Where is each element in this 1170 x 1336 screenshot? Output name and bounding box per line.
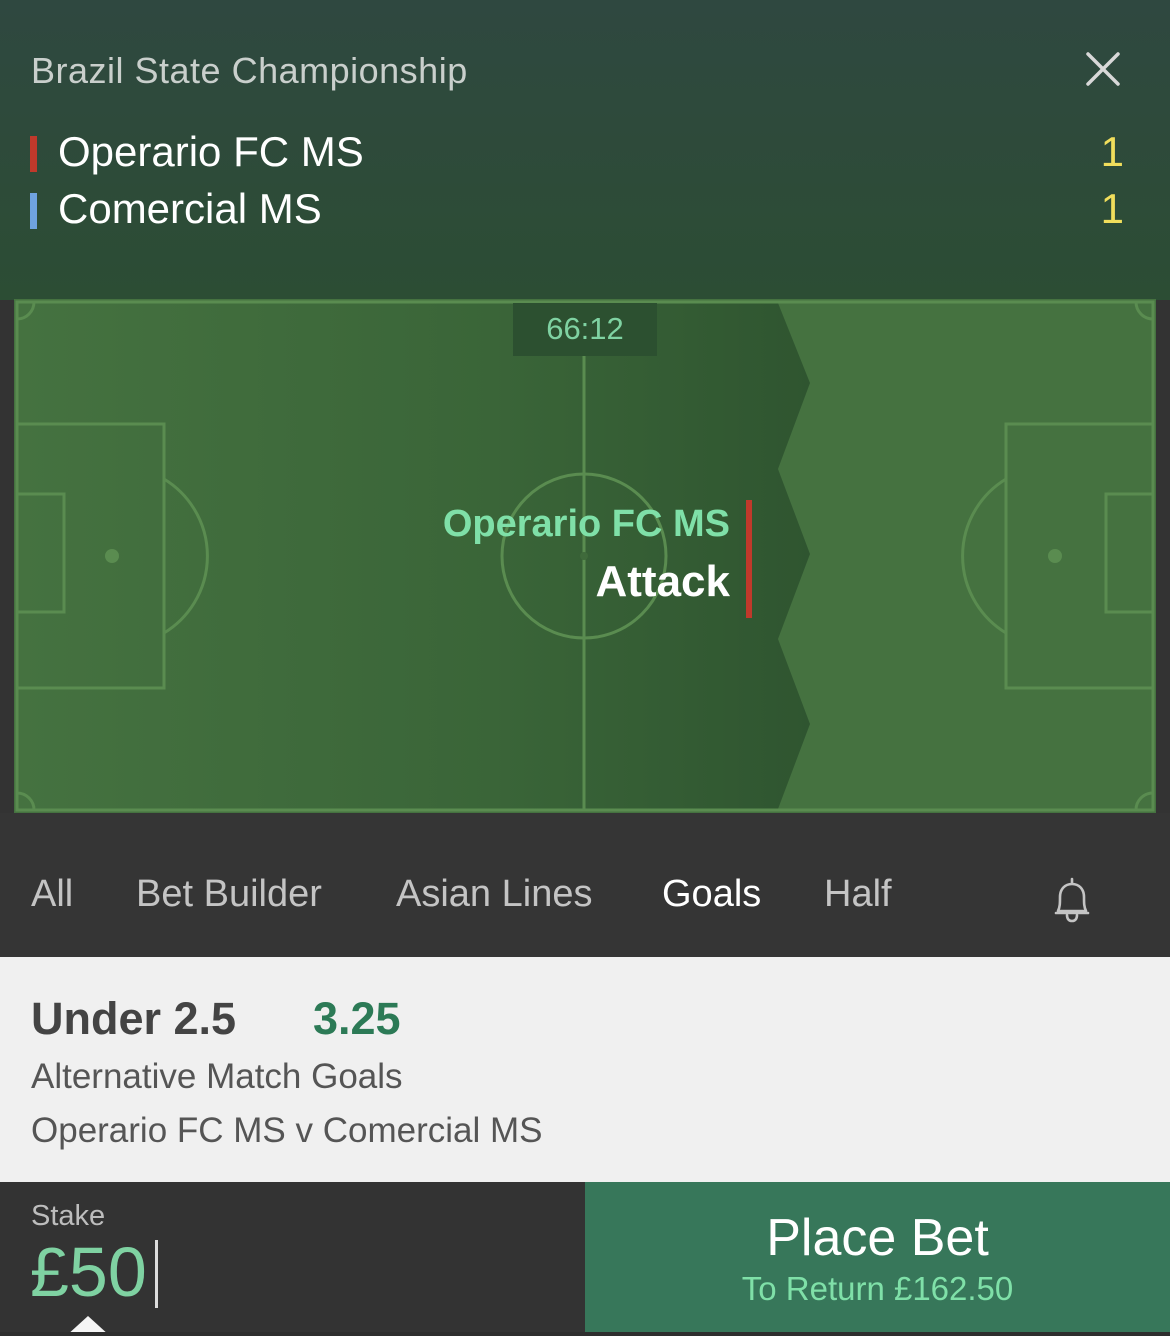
selection-name: Under 2.5 [31,993,237,1044]
match-header: Brazil State Championship Operario FC MS… [0,0,1170,300]
away-team-row: Comercial MS 1 [0,185,1170,235]
stake-value[interactable]: £50 [30,1232,147,1312]
live-pitch: 66:12 Operario FC MS Attack [14,299,1156,813]
home-team-color-bar [30,136,37,172]
potential-return: To Return £162.50 [741,1270,1014,1307]
selection-market: Alternative Match Goals [31,1057,403,1096]
selection-event: Operario FC MS v Comercial MS [31,1111,543,1150]
place-bet-label: Place Bet [766,1209,989,1267]
away-team-color-bar [30,193,37,229]
home-team-score: 1 [1100,128,1124,175]
away-team-name: Comercial MS [58,185,322,232]
text-cursor [155,1240,158,1308]
bet-selection: Under 2.5 3.25 Alternative Match Goals O… [0,957,1170,1182]
tab-half[interactable]: Half [824,873,892,916]
attack-indicator-bar [746,500,752,618]
selection-odds: 3.25 [313,993,401,1044]
tab-bet-builder[interactable]: Bet Builder [136,873,322,916]
home-team-row: Operario FC MS 1 [0,128,1170,178]
bell-icon[interactable] [1048,875,1096,927]
match-clock: 66:12 [546,311,624,346]
attack-zone [18,303,810,809]
attack-status: Attack [596,557,731,606]
market-tabs: All Bet Builder Asian Lines Goals Half [0,813,1170,957]
away-team-score: 1 [1100,185,1124,232]
attacking-team-name: Operario FC MS [443,503,730,545]
stake-label: Stake [31,1200,106,1232]
close-icon[interactable] [1080,46,1126,92]
competition-title: Brazil State Championship [31,50,468,91]
place-bet-button[interactable]: Place Bet To Return £162.50 [585,1182,1170,1336]
tab-all[interactable]: All [31,873,73,916]
tab-asian-lines[interactable]: Asian Lines [396,873,592,916]
home-team-name: Operario FC MS [58,128,364,175]
tab-goals[interactable]: Goals [662,873,761,916]
keypad-edge [0,1332,1170,1336]
stake-input[interactable]: Stake £50 [0,1182,585,1336]
